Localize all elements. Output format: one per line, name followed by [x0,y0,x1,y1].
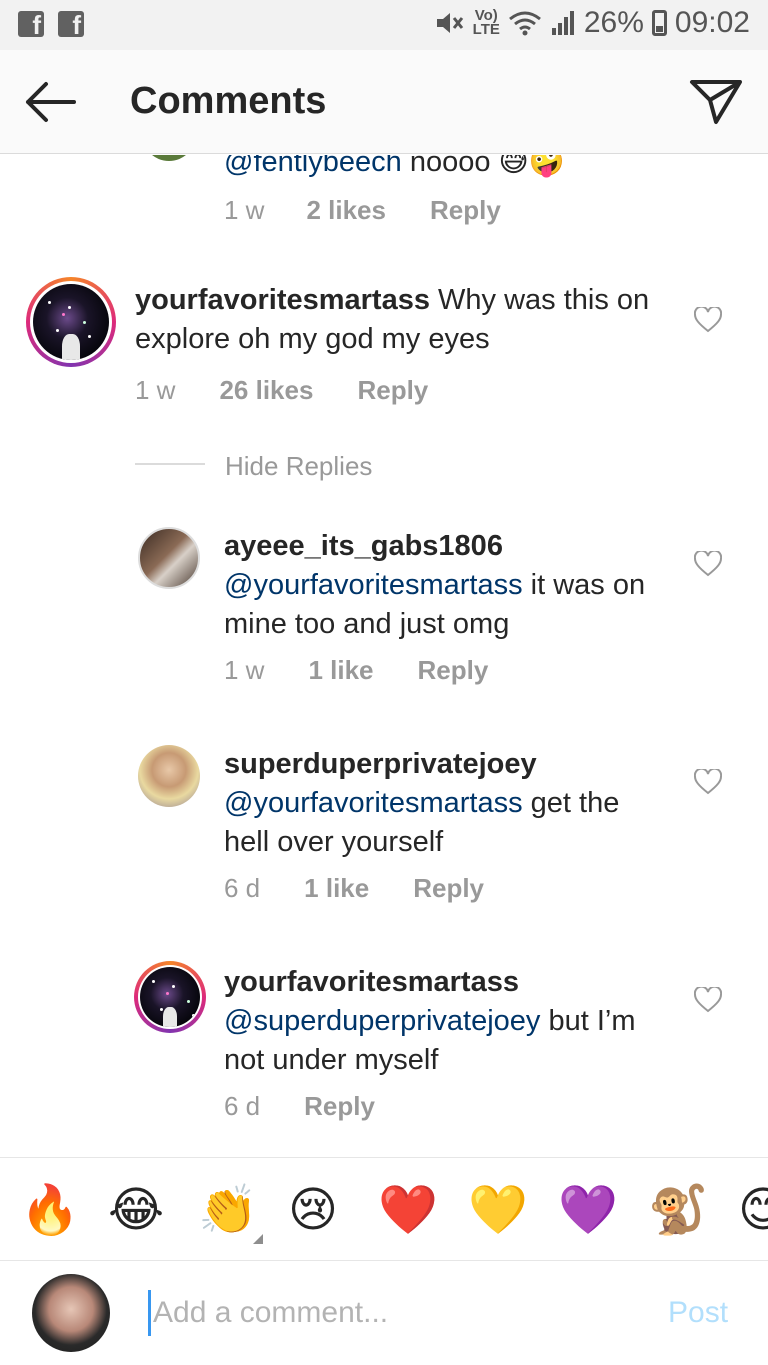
reply-button[interactable]: Reply [413,873,484,904]
comment-meta: 1 w 26 likes Reply [135,375,428,406]
facebook-notification-icon [18,11,44,37]
avatar [33,284,109,360]
current-user-avatar [32,1274,110,1352]
comment-list[interactable]: @fentlybeech noooo 😅🤪 1 w 2 likes Reply … [0,155,768,1157]
mention-link[interactable]: @fentlybeech [224,155,402,178]
hide-replies-button[interactable]: Hide Replies [225,451,372,482]
comment-time: 1 w [224,195,265,225]
like-heart-icon[interactable] [694,307,722,333]
comment-text: yourfavoritesmartass @superduperprivatej… [224,963,674,1080]
fire-emoji-button[interactable]: 🔥 [20,1182,80,1238]
story-ring[interactable] [26,277,116,367]
likes-count[interactable]: 2 likes [306,195,386,226]
volte-indicator: Vo) LTE [472,8,500,38]
comment-time: 6 d [224,873,261,903]
comment-meta: 1 w 1 like Reply [224,655,488,686]
comment-body: noooo 😅🤪 [401,155,565,178]
reply-button[interactable]: Reply [418,655,489,686]
page-title: Comments [130,80,327,122]
post-button[interactable]: Post [668,1296,728,1330]
like-heart-icon[interactable] [694,769,722,795]
clapping-emoji-button[interactable]: 👏 [198,1182,258,1238]
battery-percent: 26% [583,6,644,39]
mute-icon [436,13,463,33]
username[interactable]: yourfavoritesmartass [224,966,519,998]
purple-heart-emoji-button[interactable]: 💜 [558,1182,618,1238]
notification-icons [18,11,84,37]
comment-time: 1 w [135,375,176,405]
avatar[interactable] [138,527,200,589]
header: Comments [0,50,768,154]
wifi-icon [508,11,541,36]
mention-link[interactable]: @yourfavoritesmartass [224,787,523,819]
comment-meta: 6 d Reply [224,1091,375,1122]
comment-item: yourfavoritesmartass Why was this on exp… [0,275,768,415]
reply-button[interactable]: Reply [304,1091,375,1122]
avatar[interactable] [138,745,200,807]
reply-button[interactable]: Reply [357,375,428,406]
reply-item: superduperprivatejoey @yourfavoritesmart… [0,745,768,915]
facebook-notification-icon [58,11,84,37]
red-heart-emoji-button[interactable]: ❤️ [378,1182,438,1238]
crying-emoji-button[interactable]: 😢 [288,1182,338,1238]
comment-item: @fentlybeech noooo 😅🤪 1 w 2 likes Reply [0,155,768,235]
battery-icon [651,10,667,36]
comment-text: superduperprivatejoey @yourfavoritesmart… [224,745,654,862]
comment-meta: 1 w 2 likes Reply [224,195,501,226]
laughing-emoji-button[interactable]: 😂 [108,1182,164,1238]
likes-count[interactable]: 1 like [304,873,369,904]
status-bar: Vo) LTE 26% 09:02 [0,0,768,50]
avatar[interactable] [142,155,196,161]
likes-count[interactable]: 26 likes [219,375,313,406]
yellow-heart-emoji-button[interactable]: 💛 [468,1182,528,1238]
divider-line [135,463,205,465]
back-arrow-icon[interactable] [22,78,78,126]
monkey-emoji-button[interactable]: 🐒 [648,1182,708,1238]
signal-icon [551,11,574,35]
system-status: Vo) LTE 26% 09:02 [435,6,750,40]
comment-time: 6 d [224,1091,261,1121]
like-heart-icon[interactable] [694,987,722,1013]
comment-text: @fentlybeech noooo 😅🤪 [224,155,674,182]
comment-text: yourfavoritesmartass Why was this on exp… [135,281,665,359]
comment-text: ayeee_its_gabs1806 @yourfavoritesmartass… [224,527,674,644]
comment-composer: Post [0,1262,768,1365]
likes-count[interactable]: 1 like [308,655,373,686]
avatar [140,967,200,1027]
clock: 09:02 [674,6,750,39]
story-ring[interactable] [134,961,206,1033]
username[interactable]: yourfavoritesmartass [135,284,430,316]
comment-meta: 6 d 1 like Reply [224,873,484,904]
reply-button[interactable]: Reply [430,195,501,226]
like-heart-icon[interactable] [694,551,722,577]
direct-send-icon[interactable] [688,76,744,126]
reply-item: ayeee_its_gabs1806 @yourfavoritesmartass… [0,527,768,697]
emoji-quick-bar: 🔥 😂 👏 😢 ❤️ 💛 💜 🐒 😊 [0,1157,768,1261]
username[interactable]: superduperprivatejoey [224,748,537,780]
comment-time: 1 w [224,655,265,685]
lte-label: LTE [472,21,500,38]
comment-input[interactable] [148,1290,628,1336]
mention-link[interactable]: @superduperprivatejoey [224,1005,540,1037]
skin-tone-indicator [253,1234,263,1244]
blushing-emoji-button[interactable]: 😊 [738,1182,768,1238]
reply-item: yourfavoritesmartass @superduperprivatej… [0,961,768,1131]
username[interactable]: ayeee_its_gabs1806 [224,530,503,562]
mention-link[interactable]: @yourfavoritesmartass [224,569,523,601]
